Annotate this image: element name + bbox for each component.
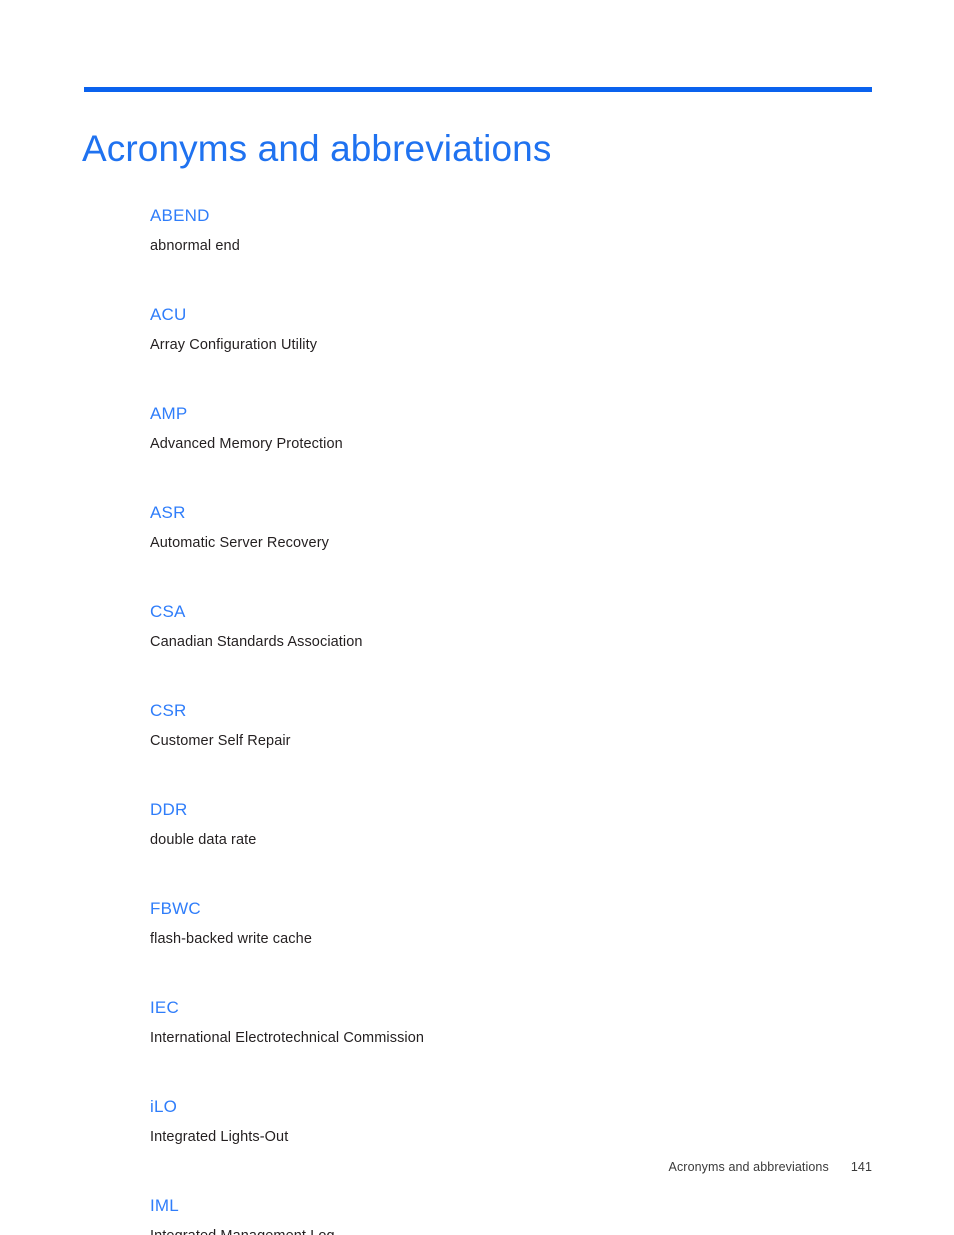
glossary-term: iLO bbox=[150, 1097, 178, 1116]
glossary-term: IML bbox=[150, 1196, 179, 1215]
glossary-list: ABEND abnormal end ACU Array Configurati… bbox=[150, 205, 870, 1235]
glossary-entry: CSR Customer Self Repair bbox=[150, 700, 870, 750]
glossary-definition: flash-backed write cache bbox=[150, 931, 312, 947]
page-title: Acronyms and abbreviations bbox=[82, 127, 552, 169]
footer-page-number: 141 bbox=[850, 1160, 872, 1174]
glossary-term: CSA bbox=[150, 602, 186, 621]
glossary-entry: ABEND abnormal end bbox=[150, 205, 870, 255]
glossary-term: ACU bbox=[150, 305, 187, 324]
glossary-definition: abnormal end bbox=[150, 238, 240, 254]
glossary-entry: IML Integrated Management Log bbox=[150, 1195, 870, 1235]
glossary-definition: Canadian Standards Association bbox=[150, 634, 363, 650]
glossary-entry: ASR Automatic Server Recovery bbox=[150, 502, 870, 552]
glossary-definition: Advanced Memory Protection bbox=[150, 436, 343, 452]
glossary-term: AMP bbox=[150, 404, 188, 423]
glossary-definition: Integrated Management Log bbox=[150, 1227, 870, 1235]
page-footer: Acronyms and abbreviations 141 bbox=[84, 1158, 872, 1176]
title-accent-rule bbox=[84, 87, 872, 92]
glossary-entry: DDR double data rate bbox=[150, 799, 870, 849]
glossary-term: FBWC bbox=[150, 899, 201, 918]
document-page: Acronyms and abbreviations ABEND abnorma… bbox=[0, 0, 954, 1235]
glossary-definition: Array Configuration Utility bbox=[150, 337, 318, 353]
glossary-term: IEC bbox=[150, 998, 179, 1017]
glossary-entry: iLO Integrated Lights-Out bbox=[150, 1096, 870, 1146]
glossary-definition: International Electrotechnical Commissio… bbox=[150, 1030, 425, 1046]
glossary-definition: Integrated Lights-Out bbox=[150, 1129, 289, 1145]
glossary-term: ABEND bbox=[150, 206, 210, 225]
footer-section-title: Acronyms and abbreviations bbox=[668, 1160, 829, 1174]
glossary-entry: ACU Array Configuration Utility bbox=[150, 304, 870, 354]
glossary-entry: IEC International Electrotechnical Commi… bbox=[150, 997, 870, 1047]
glossary-term: DDR bbox=[150, 800, 188, 819]
glossary-entry: FBWC flash-backed write cache bbox=[150, 898, 870, 948]
glossary-entry: CSA Canadian Standards Association bbox=[150, 601, 870, 651]
glossary-entry: AMP Advanced Memory Protection bbox=[150, 403, 870, 453]
glossary-definition: double data rate bbox=[150, 832, 257, 848]
glossary-term: CSR bbox=[150, 701, 187, 720]
glossary-term: ASR bbox=[150, 503, 186, 522]
glossary-definition: Customer Self Repair bbox=[150, 733, 291, 749]
glossary-definition: Automatic Server Recovery bbox=[150, 535, 329, 551]
